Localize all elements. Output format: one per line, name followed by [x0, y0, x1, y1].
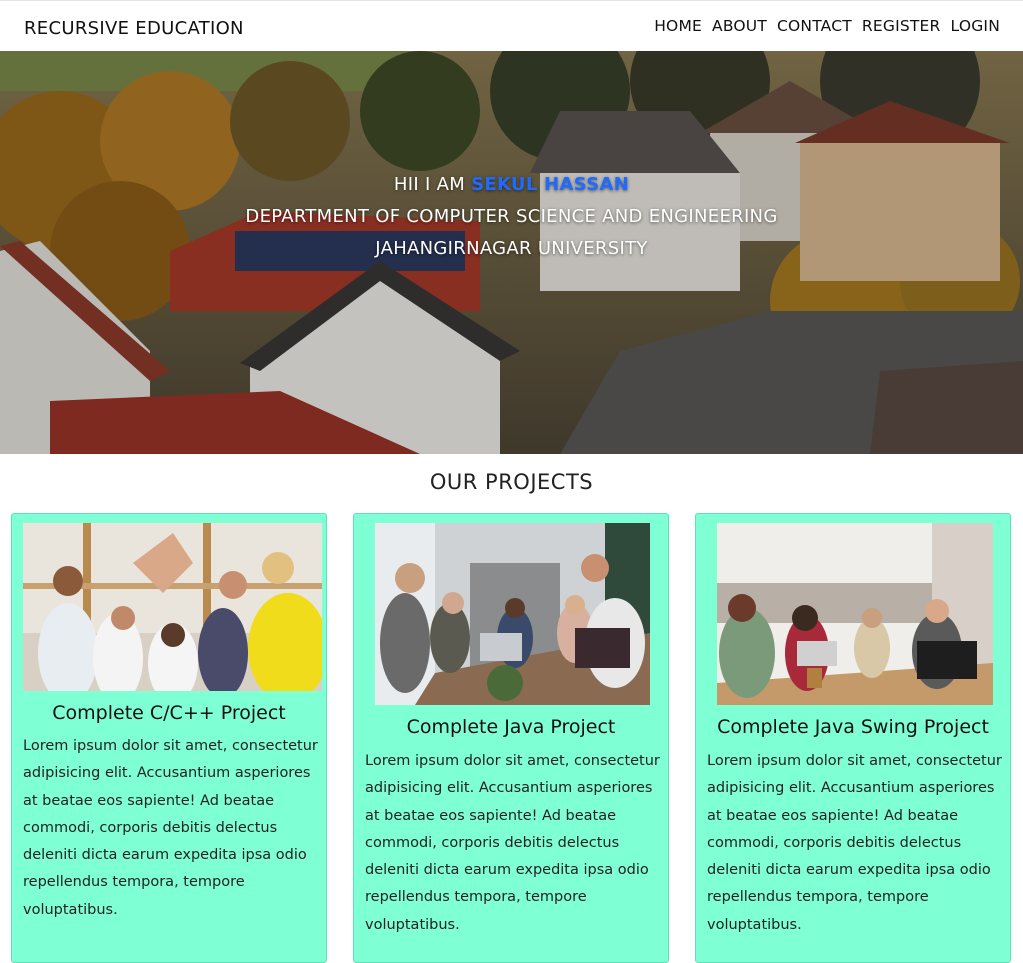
nav-link-contact[interactable]: CONTACT [777, 17, 852, 35]
brand-logo[interactable]: RECURSIVE EDUCATION [24, 18, 244, 39]
nav-link-home[interactable]: HOME [654, 17, 702, 35]
project-card-cpp: Complete C/C++ Project Lorem ipsum dolor… [11, 513, 327, 963]
hero-greeting: HII I AM [393, 174, 466, 195]
hero-banner: HII I AM SEKUL HASSAN DEPARTMENT OF COMP… [0, 51, 1023, 454]
project-title: Complete Java Swing Project [717, 716, 989, 738]
project-card-java: Complete Java Project Lorem ipsum dolor … [353, 513, 669, 963]
project-card-java-swing: Complete Java Swing Project Lorem ipsum … [695, 513, 1011, 963]
nav-link-login[interactable]: LOGIN [951, 17, 1000, 35]
navbar: RECURSIVE EDUCATION HOME ABOUT CONTACT R… [0, 0, 1023, 52]
nav-link-about[interactable]: ABOUT [712, 17, 767, 35]
projects-section-title: OUR PROJECTS [429, 470, 594, 494]
project-image-office-meeting [375, 523, 650, 705]
project-title: Complete C/C++ Project [52, 702, 286, 724]
hero-text: HII I AM SEKUL HASSAN DEPARTMENT OF COMP… [0, 169, 1023, 265]
nav-links: HOME ABOUT CONTACT REGISTER LOGIN [654, 17, 1000, 35]
project-title: Complete Java Project [406, 716, 616, 738]
project-description: Lorem ipsum dolor sit amet, consectetur … [365, 753, 660, 933]
hero-university: JAHANGIRNAGAR UNIVERSITY [375, 238, 648, 259]
hero-greeting-line: HII I AM SEKUL HASSAN [0, 169, 1023, 201]
project-image-team-highfive [23, 523, 322, 691]
hero-department: DEPARTMENT OF COMPUTER SCIENCE AND ENGIN… [245, 206, 778, 227]
project-description: Lorem ipsum dolor sit amet, consectetur … [707, 753, 1002, 933]
project-image-team-table [717, 523, 993, 705]
project-description: Lorem ipsum dolor sit amet, consectetur … [23, 738, 318, 918]
hero-name: SEKUL HASSAN [471, 174, 630, 195]
nav-link-register[interactable]: REGISTER [862, 17, 941, 35]
